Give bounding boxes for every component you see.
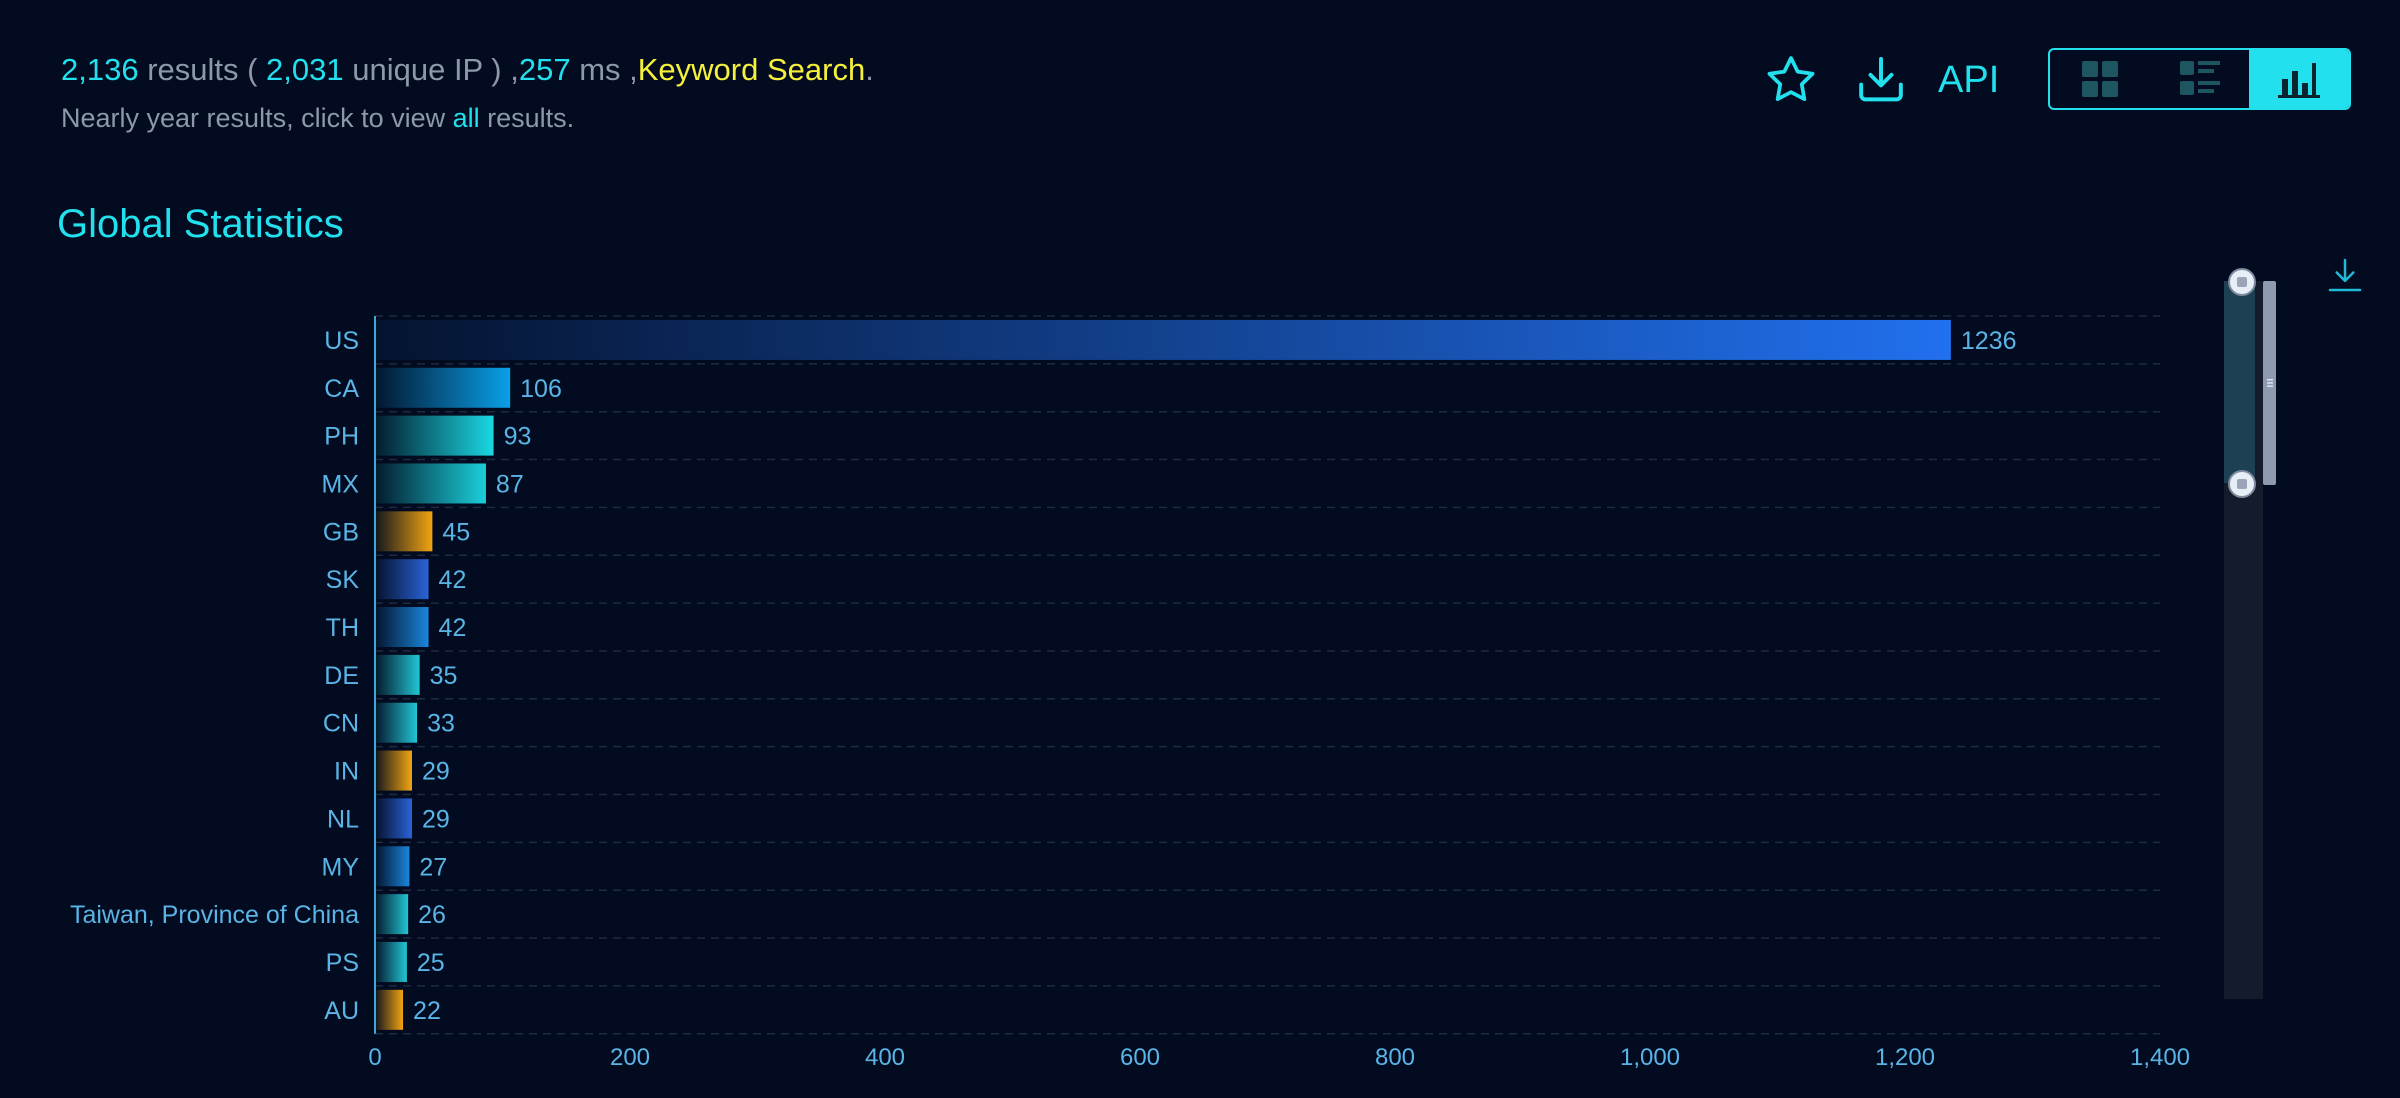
bar-14[interactable] <box>376 989 404 1030</box>
value-label: 26 <box>418 901 446 929</box>
value-label: 42 <box>439 614 467 642</box>
category-label: SK <box>326 566 360 594</box>
category-label: US <box>324 327 359 355</box>
category-label: NL <box>327 805 359 833</box>
bar-2[interactable] <box>376 415 494 456</box>
country-bar-chart: US 1236 CA 106 PH 93 MX 87 GB 45 SK 42 TH 42 DE 35 CN 33 I… <box>70 315 2190 1071</box>
zoom-grip-icon[interactable] <box>2266 376 2274 390</box>
bar-0[interactable] <box>376 319 1951 360</box>
value-label: 106 <box>520 375 562 403</box>
value-label: 33 <box>427 710 455 738</box>
bar-3[interactable] <box>376 463 486 504</box>
value-label: 29 <box>422 758 450 786</box>
value-label: 87 <box>496 470 524 498</box>
x-tick-label: 1,200 <box>1875 1044 1935 1071</box>
value-label: 29 <box>422 805 450 833</box>
zoom-end-handle[interactable] <box>2228 470 2256 498</box>
bar-13[interactable] <box>376 941 407 982</box>
zoom-start-handle[interactable] <box>2228 268 2256 296</box>
value-label: 1236 <box>1961 327 2017 355</box>
value-label: 42 <box>439 566 467 594</box>
x-tick-label: 1,000 <box>1620 1044 1680 1071</box>
category-label: CN <box>323 710 359 738</box>
bar-10[interactable] <box>376 798 412 839</box>
value-label: 22 <box>413 997 441 1025</box>
category-label: PH <box>324 423 359 451</box>
value-label: 25 <box>417 949 445 977</box>
value-label: 27 <box>419 853 447 881</box>
category-label: GB <box>323 518 359 546</box>
bar-1[interactable] <box>376 367 511 408</box>
value-label: 45 <box>442 518 470 546</box>
x-tick-label: 400 <box>865 1044 905 1071</box>
category-label: IN <box>334 758 359 786</box>
category-label: AU <box>324 997 359 1025</box>
zoom-slider-window[interactable] <box>2224 281 2255 483</box>
x-tick-label: 600 <box>1120 1044 1160 1071</box>
x-tick-label: 800 <box>1375 1044 1415 1071</box>
x-tick-label: 200 <box>610 1044 650 1071</box>
bar-11[interactable] <box>376 846 410 887</box>
bar-7[interactable] <box>376 654 420 695</box>
x-tick-label: 1,400 <box>2130 1044 2190 1071</box>
category-label: Taiwan, Province of China <box>70 901 359 929</box>
category-label: CA <box>324 375 359 403</box>
x-tick-label: 0 <box>368 1044 381 1071</box>
category-label: DE <box>324 662 359 690</box>
category-label: MY <box>322 853 360 881</box>
value-label: 93 <box>504 423 532 451</box>
category-label: PS <box>326 949 359 977</box>
bar-9[interactable] <box>376 750 412 791</box>
bar-8[interactable] <box>376 702 418 743</box>
bar-12[interactable] <box>376 894 409 935</box>
bar-6[interactable] <box>376 607 429 648</box>
bar-4[interactable] <box>376 511 433 552</box>
bar-5[interactable] <box>376 559 429 600</box>
category-label: TH <box>326 614 359 642</box>
category-label: MX <box>322 470 360 498</box>
value-label: 35 <box>430 662 458 690</box>
